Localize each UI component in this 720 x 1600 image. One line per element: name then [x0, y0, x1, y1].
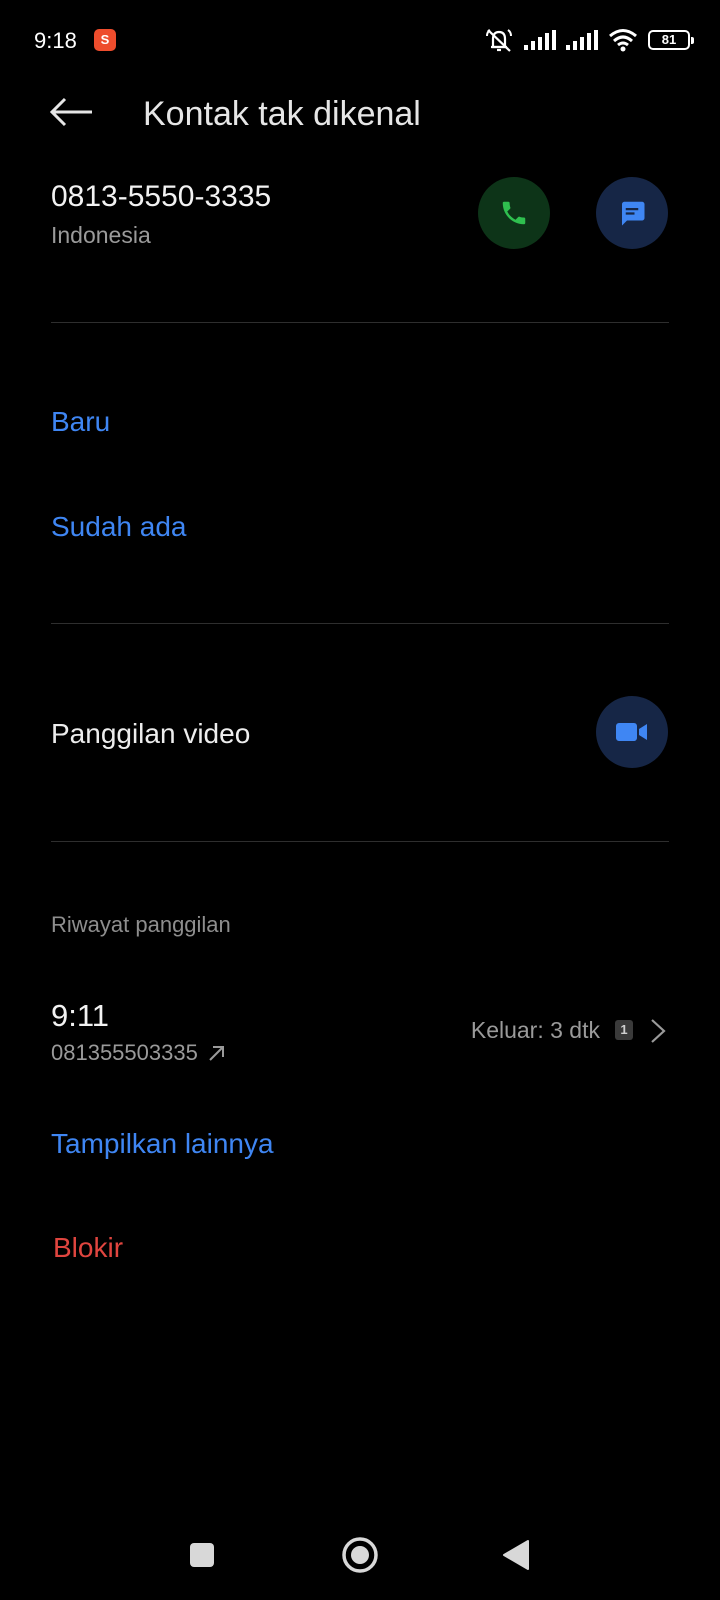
navigation-bar — [0, 1510, 720, 1600]
divider — [51, 623, 669, 624]
signal-sim2-icon — [566, 30, 598, 50]
home-circle-icon — [342, 1537, 378, 1573]
back-triangle-icon — [503, 1540, 529, 1570]
call-button[interactable] — [478, 177, 550, 249]
signal-sim1-icon — [524, 30, 556, 50]
arrow-left-icon — [50, 97, 92, 127]
status-bar: 9:18 S 81 — [0, 0, 720, 80]
silent-icon — [486, 29, 512, 52]
recents-button[interactable] — [162, 1510, 242, 1600]
home-button[interactable] — [320, 1510, 400, 1600]
show-more-button[interactable]: Tampilkan lainnya — [51, 1128, 274, 1160]
divider — [51, 322, 669, 323]
video-call-button[interactable] — [596, 696, 668, 768]
contact-region: Indonesia — [51, 222, 151, 248]
shop-notification-icon: S — [94, 29, 116, 51]
page-title: Kontak tak dikenal — [143, 95, 421, 133]
call-number: 081355503335 — [51, 1040, 198, 1065]
system-back-button[interactable] — [476, 1510, 556, 1600]
add-existing-contact-button[interactable]: Sudah ada — [51, 511, 186, 543]
wifi-icon — [609, 29, 637, 52]
call-history-header: Riwayat panggilan — [51, 912, 231, 937]
status-icons: 81 — [484, 26, 694, 54]
call-time: 9:11 — [51, 998, 110, 1033]
back-button[interactable] — [44, 90, 100, 134]
block-button[interactable]: Blokir — [53, 1232, 123, 1264]
recents-square-icon — [190, 1543, 214, 1567]
contact-number: 0813-5550-3335 — [51, 180, 272, 213]
sim-card-icon: 1 — [615, 1020, 633, 1040]
message-button[interactable] — [596, 177, 668, 249]
battery-level: 81 — [661, 32, 677, 47]
call-history-entry[interactable]: 9:11 081355503335 Keluar: 3 dtk 1 — [0, 990, 720, 1070]
call-number-row: 081355503335 — [51, 1040, 226, 1066]
battery-icon: 81 — [648, 30, 694, 50]
video-call-label: Panggilan video — [51, 718, 251, 749]
video-camera-icon — [616, 723, 647, 741]
message-icon — [622, 201, 645, 226]
chevron-right-icon — [651, 1019, 666, 1043]
status-time: 9:18 — [34, 28, 77, 53]
divider — [51, 841, 669, 842]
call-duration: Keluar: 3 dtk — [470, 1017, 600, 1043]
outgoing-arrow-icon — [209, 1046, 224, 1061]
phone-icon — [502, 201, 526, 225]
add-new-contact-button[interactable]: Baru — [51, 406, 110, 438]
